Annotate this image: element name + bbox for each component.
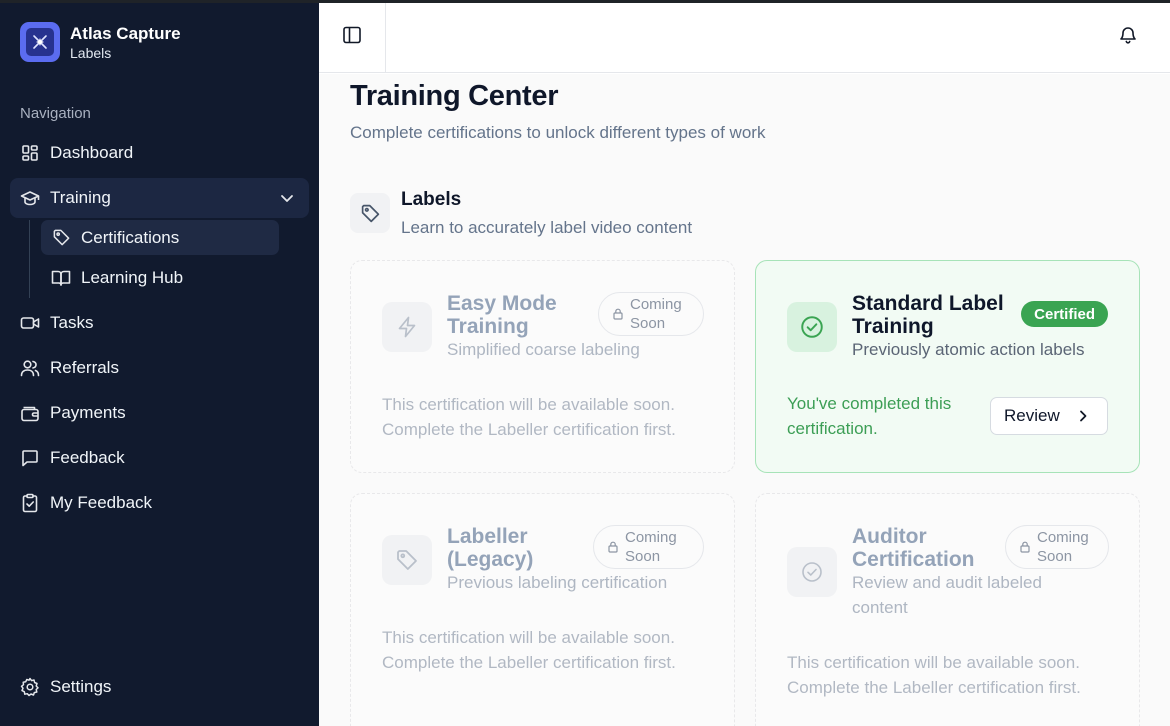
notifications-button[interactable]	[1116, 25, 1140, 49]
bell-icon	[1118, 25, 1138, 50]
clipboard-check-icon	[20, 493, 40, 513]
lock-icon	[613, 308, 624, 320]
brand[interactable]: Atlas Capture Labels	[20, 22, 181, 62]
card-description: Review and audit labeled content	[852, 573, 1042, 617]
sidebar-item-tasks[interactable]: Tasks	[10, 303, 309, 343]
sidebar-item-label: Referrals	[50, 358, 119, 377]
video-icon	[20, 313, 40, 333]
card-title: Easy Mode Training	[447, 292, 557, 338]
graduation-cap-icon	[20, 188, 40, 208]
sidebar-item-label: Tasks	[50, 313, 94, 332]
certification-card-easy-mode: Easy Mode Training Simplified coarse lab…	[350, 260, 735, 473]
sidebar-item-label: My Feedback	[50, 493, 153, 512]
sidebar-item-settings[interactable]: Settings	[10, 667, 309, 707]
sidebar-item-dashboard[interactable]: Dashboard	[10, 133, 309, 173]
coming-soon-badge: Coming Soon	[1005, 525, 1109, 569]
top-header	[319, 3, 1170, 73]
tag-icon	[350, 193, 390, 233]
header-divider	[385, 3, 386, 73]
section-title: Labels	[401, 189, 462, 210]
dashboard-icon	[20, 143, 40, 163]
coming-soon-badge: Coming Soon	[598, 292, 704, 336]
card-note: This certification will be available soo…	[787, 653, 1081, 697]
sidebar-item-label: Learning Hub	[81, 267, 184, 287]
gear-icon	[20, 677, 40, 697]
chevron-right-icon	[1075, 408, 1091, 424]
check-circle-icon	[787, 547, 837, 597]
completion-note: You've completed this certification.	[787, 394, 952, 438]
tag-icon	[51, 228, 71, 248]
sidebar-item-certifications[interactable]: Certifications	[41, 220, 279, 255]
sidebar: Atlas Capture Labels Navigation Dashboar…	[0, 0, 319, 726]
users-icon	[20, 358, 40, 378]
sidebar-item-feedback[interactable]: Feedback	[10, 438, 309, 478]
wallet-icon	[20, 403, 40, 423]
submenu-rail	[29, 220, 30, 298]
sidebar-item-learning-hub[interactable]: Learning Hub	[41, 260, 279, 295]
card-description: Previous labeling certification	[447, 573, 668, 592]
certification-card-labeller-legacy: Labeller (Legacy) Previous labeling cert…	[350, 493, 735, 726]
certification-card-auditor: Auditor Certification Review and audit l…	[755, 493, 1140, 726]
book-icon	[51, 268, 71, 288]
card-description: Simplified coarse labeling	[447, 340, 640, 359]
card-note: This certification will be available soo…	[382, 395, 676, 439]
card-description: Previously atomic action labels	[852, 340, 1085, 359]
sidebar-item-label: Payments	[50, 403, 126, 422]
brand-subtitle: Labels	[70, 44, 112, 61]
sidebar-item-label: Feedback	[50, 448, 125, 467]
sidebar-item-label: Training	[50, 188, 111, 207]
lock-icon	[1020, 541, 1031, 553]
brand-title: Atlas Capture	[70, 23, 181, 43]
page-subtitle: Complete certifications to unlock differ…	[350, 123, 766, 142]
lightning-icon	[382, 302, 432, 352]
sidebar-item-label: Certifications	[81, 227, 180, 247]
sidebar-item-label: Dashboard	[50, 143, 134, 162]
certified-badge: Certified	[1021, 301, 1108, 327]
tag-icon	[382, 535, 432, 585]
sidebar-toggle-button[interactable]	[339, 24, 365, 50]
check-circle-icon	[787, 302, 837, 352]
card-note: This certification will be available soo…	[382, 628, 676, 672]
card-title: Labeller (Legacy)	[447, 525, 534, 571]
card-title: Standard Label Training	[852, 292, 1004, 338]
sidebar-toggle-icon	[342, 25, 362, 50]
window-top-edge	[0, 0, 1170, 3]
section-subtitle: Learn to accurately label video content	[401, 218, 693, 237]
sidebar-item-training[interactable]: Training	[10, 178, 309, 218]
sidebar-item-label: Settings	[50, 677, 112, 696]
sidebar-item-referrals[interactable]: Referrals	[10, 348, 309, 388]
certification-card-standard-label: Standard Label Training Previously atomi…	[755, 260, 1140, 473]
main-content: Training Center Complete certifications …	[319, 74, 1170, 726]
card-title: Auditor Certification	[852, 525, 975, 571]
lock-icon	[608, 541, 619, 553]
coming-soon-badge: Coming Soon	[593, 525, 704, 569]
review-button[interactable]: Review	[990, 397, 1108, 435]
page-title: Training Center	[350, 80, 559, 112]
sidebar-item-payments[interactable]: Payments	[10, 393, 309, 433]
sidebar-item-my-feedback[interactable]: My Feedback	[10, 483, 309, 523]
nav-heading: Navigation	[20, 105, 91, 122]
message-square-icon	[20, 448, 40, 468]
atlas-logo-icon	[20, 22, 60, 62]
chevron-down-icon[interactable]	[277, 188, 297, 208]
